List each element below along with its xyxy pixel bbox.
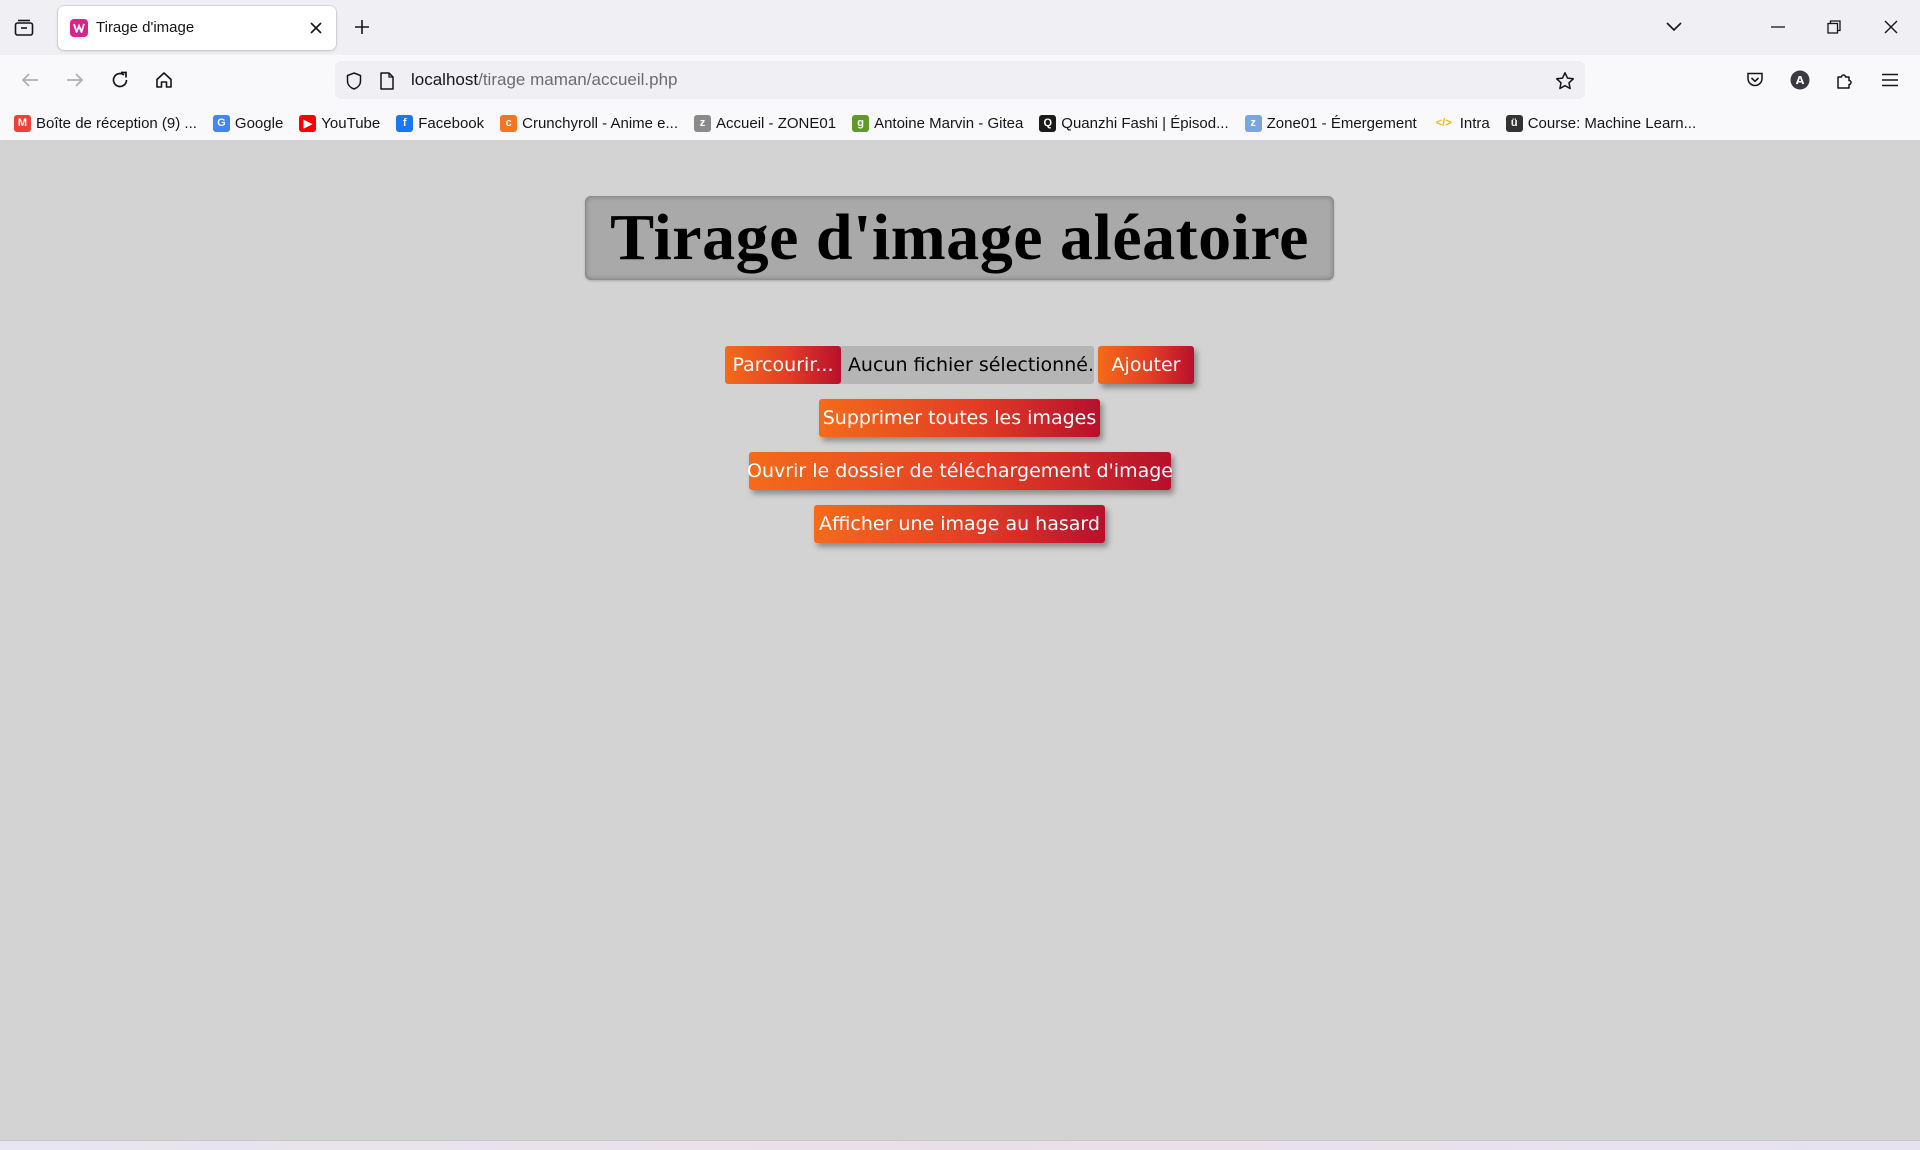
bookmark-label: Google xyxy=(234,114,284,132)
file-input[interactable]: Parcourir... Aucun fichier sélectionné. xyxy=(725,346,1094,384)
course-icon: ü xyxy=(1505,114,1523,132)
bookmarks-list: M Boîte de réception (9) ... G Google ▶ YouTu… xyxy=(14,111,1712,135)
zone01-icon: z xyxy=(694,114,712,132)
reload-icon[interactable] xyxy=(106,66,134,94)
url-host: localhost xyxy=(411,70,479,89)
bookmark-label: Accueil - ZONE01 xyxy=(716,114,837,132)
pocket-icon[interactable] xyxy=(1741,66,1769,94)
bookmark-item[interactable]: c Crunchyroll - Anime e... xyxy=(500,111,685,135)
random-image-button[interactable]: Afficher une image au hasard xyxy=(814,505,1105,543)
url-path: /tirage maman/accueil.php xyxy=(478,70,678,89)
minimize-icon[interactable] xyxy=(1764,14,1792,40)
bookmark-label: Boîte de réception (9) ... xyxy=(36,114,197,132)
page-title-box: Tirage d'image aléatoire xyxy=(585,196,1334,280)
youtube-icon: ▶ xyxy=(299,114,317,132)
bookmark-item[interactable]: g Antoine Marvin - Gitea xyxy=(852,111,1030,135)
quanzhi-icon: Q xyxy=(1039,114,1057,132)
bookmark-label: Intra xyxy=(1459,114,1490,132)
new-tab-icon[interactable] xyxy=(350,15,374,39)
bookmark-label: Zone01 - Émergement xyxy=(1266,114,1417,132)
url-bar[interactable]: localhost/tirage maman/accueil.php xyxy=(335,61,1585,99)
bookmark-star-icon[interactable] xyxy=(1553,69,1577,93)
shield-icon[interactable] xyxy=(343,70,365,92)
delete-all-images-button[interactable]: Supprimer toutes les images xyxy=(819,399,1100,437)
tab-title: Tirage d'image xyxy=(96,19,195,36)
home-icon[interactable] xyxy=(150,66,178,94)
url-text[interactable]: localhost/tirage maman/accueil.php xyxy=(411,70,678,90)
facebook-icon: f xyxy=(396,114,414,132)
account-avatar-icon[interactable]: A xyxy=(1786,66,1814,94)
bookmark-item[interactable]: f Facebook xyxy=(396,111,491,135)
close-tab-icon[interactable] xyxy=(306,18,326,38)
tab-bar: Tirage d'image xyxy=(0,0,1920,55)
list-all-tabs-icon[interactable] xyxy=(1660,14,1688,40)
forward-icon[interactable] xyxy=(61,66,89,94)
bookmarks-toolbar: M Boîte de réception (9) ... G Google ▶ YouTu… xyxy=(0,105,1920,141)
open-download-folder-button[interactable]: Ouvrir le dossier de téléchargement d'im… xyxy=(747,452,1173,490)
bookmark-item[interactable]: M Boîte de réception (9) ... xyxy=(14,111,204,135)
back-icon[interactable] xyxy=(16,66,44,94)
browse-button[interactable]: Parcourir... xyxy=(725,346,841,384)
bookmark-label: YouTube xyxy=(321,114,381,132)
tab-list-icon[interactable] xyxy=(10,15,38,41)
page-title: Tirage d'image aléatoire xyxy=(610,201,1309,274)
gmail-icon: M xyxy=(14,114,31,132)
bookmark-label: Quanzhi Fashi | Épisod... xyxy=(1061,114,1229,132)
bookmark-item[interactable]: Q Quanzhi Fashi | Épisod... xyxy=(1039,111,1235,135)
file-status: Aucun fichier sélectionné. xyxy=(847,354,1094,376)
page-icon[interactable] xyxy=(377,70,397,92)
close-window-icon[interactable] xyxy=(1877,14,1905,40)
emergement-icon: z xyxy=(1244,114,1262,132)
gitea-icon: g xyxy=(852,114,870,132)
bookmark-label: Crunchyroll - Anime e... xyxy=(522,114,679,132)
bookmark-label: Facebook xyxy=(418,114,485,132)
menu-icon[interactable] xyxy=(1876,66,1904,94)
navigation-toolbar: localhost/tirage maman/accueil.php A xyxy=(0,55,1920,105)
crunchyroll-icon: c xyxy=(500,114,518,132)
bookmark-item[interactable]: z Zone01 - Émergement xyxy=(1244,111,1424,135)
bookmark-item[interactable]: ▶ YouTube xyxy=(299,111,387,135)
bookmark-item[interactable]: z Accueil - ZONE01 xyxy=(694,111,843,135)
bookmark-label: Course: Machine Learn... xyxy=(1527,114,1697,132)
bookmark-item[interactable]: </> Intra xyxy=(1433,111,1497,135)
bookmark-label: Antoine Marvin - Gitea xyxy=(874,114,1024,132)
browser-tab[interactable]: Tirage d'image xyxy=(58,6,336,50)
wampserver-icon xyxy=(70,19,88,37)
add-button[interactable]: Ajouter xyxy=(1098,346,1194,384)
svg-text:A: A xyxy=(1796,74,1805,87)
google-icon: G xyxy=(212,114,230,132)
restore-icon[interactable] xyxy=(1820,14,1848,40)
page-content: Tirage d'image aléatoire Parcourir... Au… xyxy=(0,140,1920,1140)
bookmark-item[interactable]: ü Course: Machine Learn... xyxy=(1505,111,1703,135)
code-icon: </> xyxy=(1435,117,1452,129)
bookmark-item[interactable]: G Google xyxy=(212,111,290,135)
extensions-icon[interactable] xyxy=(1831,66,1859,94)
